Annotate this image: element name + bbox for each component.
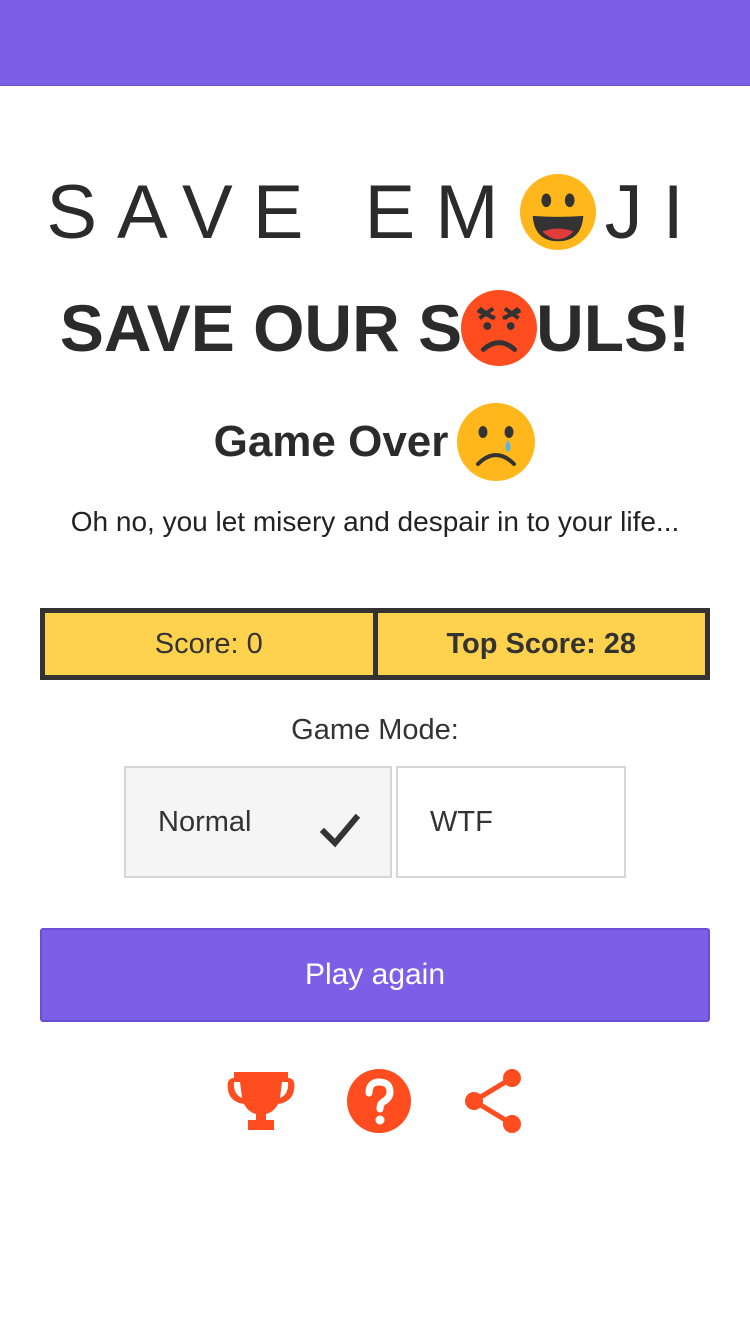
game-over-message: Oh no, you let misery and despair in to … [70,506,680,537]
share-icon[interactable] [460,1066,530,1136]
help-icon[interactable] [344,1066,414,1136]
game-over-heading: Game Over [0,400,750,484]
top-score: Top Score: 28 [377,613,705,675]
app-title: SAVE EM JI [0,170,750,255]
mode-wtf-button[interactable]: WTF [396,766,626,878]
angry-face-emoji-icon [461,289,538,367]
trophy-icon[interactable] [226,1066,296,1136]
subtitle: SAVE OUR S ULS! [0,286,750,370]
game-mode-label: Game Mode: [291,714,459,746]
top-bar [0,0,750,86]
grinning-face-emoji-icon [519,173,596,251]
game-over-text: Game Over [213,417,449,466]
subtitle-text-part1: SAVE OUR S [59,291,463,365]
title-text-part1: SAVE EM [46,169,519,255]
mode-normal-button[interactable]: Normal [124,766,392,878]
action-icons [0,1066,750,1136]
title-text-part2: JI [604,169,704,255]
crying-face-emoji-icon [457,403,536,481]
current-score: Score: 0 [45,613,373,675]
checkmark-icon [320,813,360,848]
score-panel: Score: 0 Top Score: 28 [40,608,710,680]
play-again-button[interactable]: Play again [40,928,710,1022]
mode-normal-label: Normal [158,805,252,838]
mode-wtf-label: WTF [430,805,493,838]
play-again-label: Play again [304,958,446,991]
subtitle-text-part2: ULS! [536,291,691,365]
